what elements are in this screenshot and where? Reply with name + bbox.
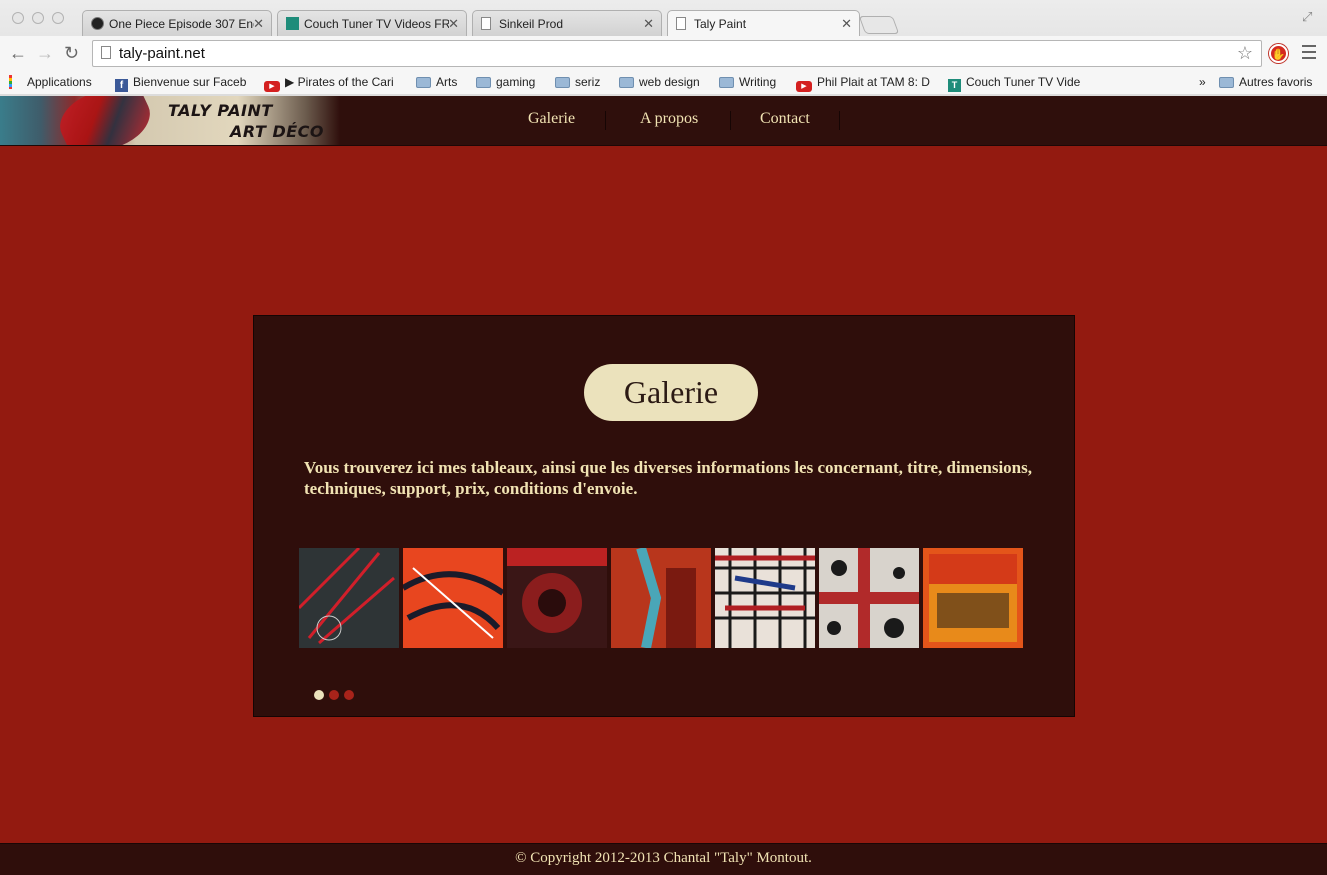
fullscreen-icon[interactable]: ⤢ (1302, 9, 1312, 25)
adblock-extension-icon[interactable]: ✋ (1269, 44, 1288, 63)
close-tab-icon[interactable]: ✕ (253, 16, 264, 32)
bookmark-folder-gaming[interactable]: gaming (476, 75, 535, 89)
hamburger-menu-icon[interactable] (1302, 45, 1316, 63)
painting-artwork (403, 567, 503, 639)
browser-chrome: One Piece Episode 307 Eng ✕ Couch Tuner … (0, 0, 1327, 97)
painting-artwork (819, 548, 919, 648)
bookmark-facebook[interactable]: f Bienvenue sur Faceb (115, 75, 248, 92)
folder-icon (555, 77, 570, 88)
gallery-thumbnail-6[interactable] (819, 548, 919, 648)
painting-artwork (715, 548, 815, 648)
painting-artwork (611, 548, 711, 648)
nav-divider (730, 111, 731, 130)
folder-icon (476, 77, 491, 88)
folder-icon (619, 77, 634, 88)
bookmarks-overflow-chevron[interactable]: » (1199, 75, 1206, 89)
nav-galerie[interactable]: Galerie (528, 110, 575, 128)
forward-arrow-icon[interactable]: → (36, 43, 54, 64)
carousel-dot-2[interactable] (329, 690, 339, 700)
back-arrow-icon[interactable]: ← (9, 43, 27, 64)
close-tab-icon[interactable]: ✕ (643, 16, 654, 32)
nav-divider (839, 111, 840, 130)
nav-a-propos[interactable]: A propos (640, 110, 698, 128)
gallery-thumbnail-5[interactable] (715, 548, 815, 648)
page-icon (101, 46, 111, 59)
painting-artwork (507, 548, 607, 633)
reload-icon[interactable]: ↻ (64, 43, 79, 64)
gallery-thumbnail-7[interactable] (923, 548, 1023, 648)
bookmark-folder-writing[interactable]: Writing (719, 75, 776, 89)
carousel-dot-3[interactable] (344, 690, 354, 700)
apps-grid-icon (9, 75, 22, 89)
bookmark-couch-tuner[interactable]: T Couch Tuner TV Vide (948, 75, 1084, 92)
close-tab-icon[interactable]: ✕ (841, 16, 852, 32)
bookmark-pirates[interactable]: ▶ ▶ Pirates of the Cari (264, 75, 400, 92)
anime-site-icon (91, 17, 104, 30)
tab-couch-tuner[interactable]: Couch Tuner TV Videos FR ✕ (277, 10, 467, 36)
url-text: taly-paint.net (119, 45, 205, 62)
gallery-thumbnail-2[interactable] (403, 548, 503, 648)
gallery-thumbnail-4[interactable] (611, 548, 711, 648)
nav-divider (605, 111, 606, 130)
tab-one-piece[interactable]: One Piece Episode 307 Eng ✕ (82, 10, 272, 36)
gallery-thumbnail-1[interactable] (299, 548, 399, 648)
folder-icon (719, 77, 734, 88)
logo-subtitle: ART DÉCO (230, 122, 325, 141)
bookmark-folder-seriz[interactable]: seriz (555, 75, 600, 89)
facebook-icon: f (115, 79, 128, 92)
address-bar[interactable]: taly-paint.net ☆ (92, 40, 1262, 67)
page-icon (676, 17, 686, 30)
youtube-icon: ▶ (264, 81, 280, 92)
close-tab-icon[interactable]: ✕ (448, 16, 459, 32)
gallery-panel: Galerie Vous trouverez ici mes tableaux,… (253, 315, 1075, 717)
youtube-icon: ▶ (796, 81, 812, 92)
gallery-thumbnail-3[interactable] (507, 548, 607, 648)
painting-artwork (299, 548, 395, 645)
minimize-window-button[interactable] (32, 12, 44, 24)
new-tab-button[interactable] (858, 16, 900, 34)
painting-artwork (929, 554, 1017, 642)
tab-sinkeil-prod[interactable]: Sinkeil Prod ✕ (472, 10, 662, 36)
bookmark-folder-other[interactable]: Autres favoris (1219, 75, 1312, 89)
bookmark-folder-web-design[interactable]: web design (619, 75, 700, 89)
couchtuner-icon (286, 17, 299, 30)
carousel-dot-1[interactable] (314, 690, 324, 700)
site-logo[interactable]: TALY PAINT ART DÉCO (0, 96, 340, 145)
folder-icon (416, 77, 431, 88)
bookmark-star-icon[interactable]: ☆ (1237, 43, 1253, 64)
page-icon (481, 17, 491, 30)
nav-contact[interactable]: Contact (760, 110, 810, 128)
site-footer: © Copyright 2012-2013 Chantal "Taly" Mon… (0, 843, 1327, 875)
logo-title: TALY PAINT (168, 101, 273, 120)
bookmark-applications[interactable]: Applications (9, 75, 104, 89)
zoom-window-button[interactable] (52, 12, 64, 24)
gallery-description: Vous trouverez ici mes tableaux, ainsi q… (304, 458, 1032, 498)
couchtuner-icon: T (948, 79, 961, 92)
feather-artwork (51, 96, 159, 145)
folder-icon (1219, 77, 1234, 88)
bookmarks-bar: Applications f Bienvenue sur Faceb ▶ ▶ Pir… (0, 72, 1327, 94)
bookmark-folder-arts[interactable]: Arts (416, 75, 457, 89)
tab-taly-paint[interactable]: Taly Paint ✕ (667, 10, 860, 37)
gallery-title: Galerie (584, 364, 758, 421)
close-window-button[interactable] (12, 12, 24, 24)
bookmark-phil-plait[interactable]: ▶ Phil Plait at TAM 8: D (796, 75, 934, 92)
site-header: TALY PAINT ART DÉCO Galerie A propos Con… (0, 96, 1327, 146)
